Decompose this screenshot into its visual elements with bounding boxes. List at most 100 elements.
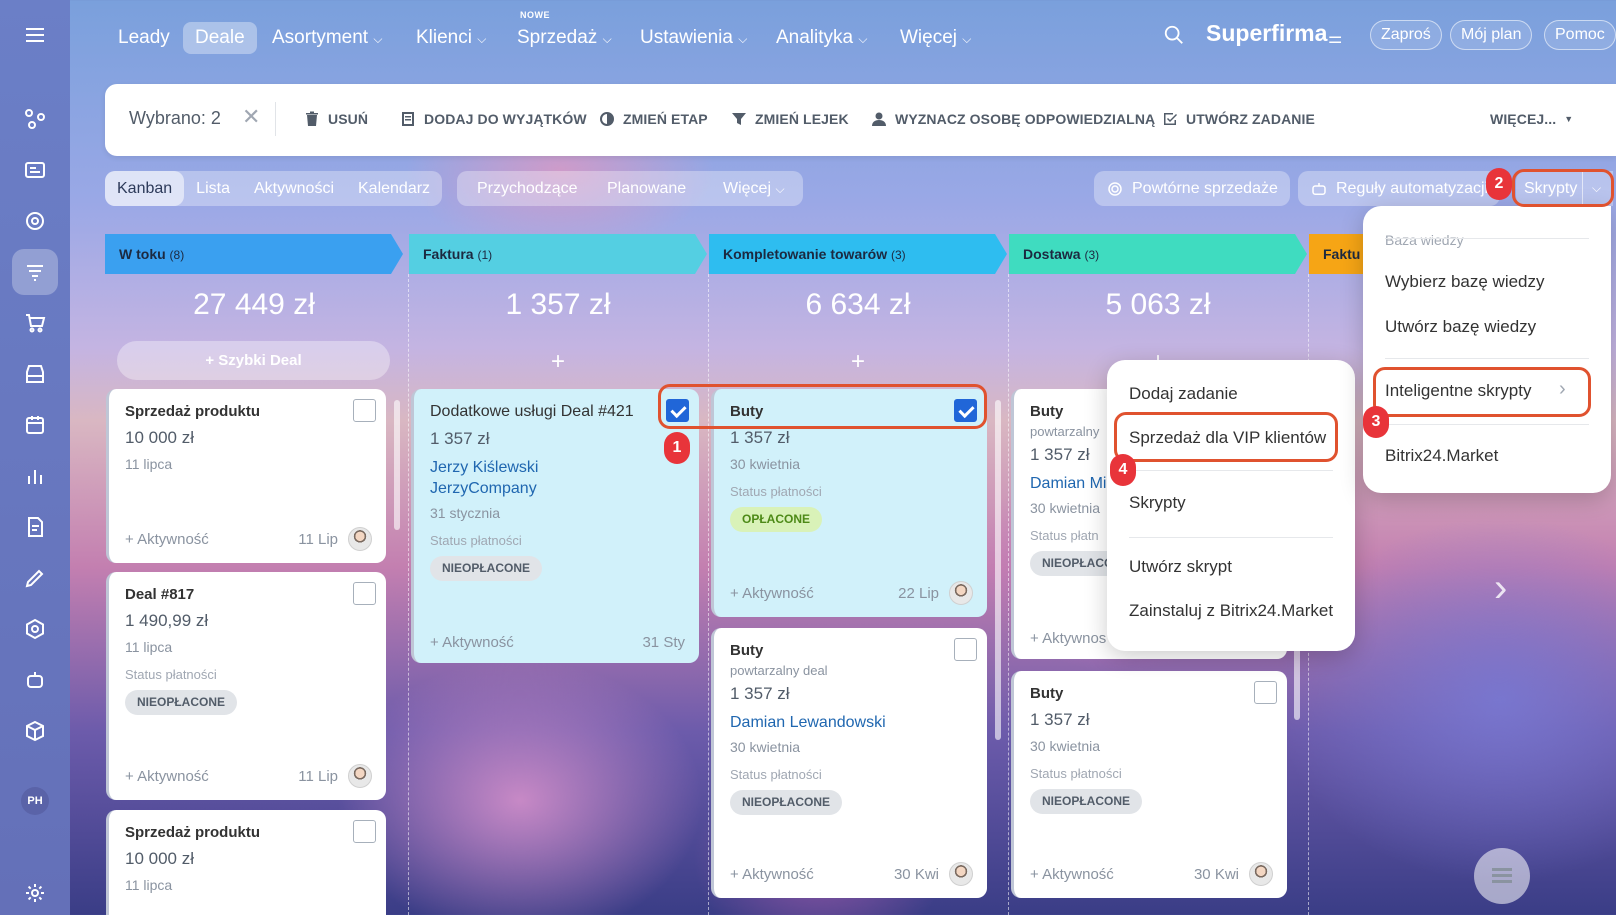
delete-button[interactable]: USUŃ — [304, 111, 368, 127]
deal-card[interactable]: Dodatkowe usługi Deal #421 1 357 zł Jerz… — [411, 389, 699, 663]
calendar-icon[interactable] — [12, 402, 58, 448]
add-activity-link[interactable]: + Aktywność — [730, 585, 814, 602]
view-calendar[interactable]: Kalendarz — [346, 171, 442, 206]
robot-icon[interactable] — [12, 657, 58, 703]
settings-hex-icon[interactable] — [12, 606, 58, 652]
avatar[interactable] — [348, 527, 372, 551]
search-icon[interactable] — [1163, 24, 1185, 51]
avatar[interactable] — [949, 862, 973, 886]
add-exceptions-button[interactable]: DODAJ DO WYJĄTKÓW — [400, 111, 587, 127]
nav-ustawienia[interactable]: Ustawienia ⌵ — [640, 22, 747, 54]
nav-analityka[interactable]: Analityka ⌵ — [776, 22, 868, 54]
nav-wiecej[interactable]: Więcej ⌵ — [900, 22, 971, 54]
repeat-sales-button[interactable]: Powtórne sprzedaże — [1094, 171, 1290, 206]
menu-item-create-script[interactable]: Utwórz skrypt — [1129, 557, 1232, 577]
column-header-invoice[interactable]: Faktura (1) — [409, 234, 707, 274]
add-deal-button[interactable]: + — [409, 348, 707, 376]
menu-item-bitrix-market[interactable]: Bitrix24.Market — [1385, 446, 1498, 466]
nav-deale[interactable]: Deale — [183, 22, 257, 54]
menu-icon[interactable] — [12, 12, 58, 58]
filter-incoming[interactable]: Przychodzące — [477, 171, 578, 206]
filter-more[interactable]: Więcej ⌵ — [723, 171, 785, 206]
deal-title[interactable]: Buty — [730, 403, 971, 420]
deal-title[interactable]: Sprzedaż produktu — [125, 403, 370, 420]
avatar[interactable] — [1249, 862, 1273, 886]
menu-item-install-market[interactable]: Zainstaluj z Bitrix24.Market — [1129, 601, 1333, 621]
assign-responsible-button[interactable]: WYZNACZ OSOBĘ ODPOWIEDZIALNĄ — [871, 111, 1155, 127]
user-avatar[interactable]: PH — [21, 787, 49, 815]
document-icon[interactable] — [12, 504, 58, 550]
avatar[interactable] — [348, 764, 372, 788]
company-link[interactable]: JerzyCompany — [430, 478, 683, 499]
add-activity-link[interactable]: + Aktywność — [1030, 866, 1114, 883]
change-funnel-button[interactable]: ZMIEŃ LEJEK — [731, 111, 849, 127]
deal-card[interactable]: Buty 1 357 zł 30 kwietnia Status płatnoś… — [1011, 671, 1287, 898]
contact-link[interactable]: Damian Lewandowski — [730, 712, 971, 733]
deal-title[interactable]: Sprzedaż produktu — [125, 824, 370, 841]
add-activity-link[interactable]: + Aktywnos — [1030, 630, 1106, 647]
deal-card[interactable]: Buty 1 357 zł 30 kwietnia Status płatnoś… — [711, 389, 987, 617]
select-checkbox[interactable] — [954, 399, 977, 422]
gear-icon[interactable] — [12, 870, 58, 915]
company-name[interactable]: Superfirma — [1206, 20, 1327, 47]
menu-item-vip-sales[interactable]: Sprzedaż dla VIP klientów — [1129, 428, 1326, 448]
funnel-icon[interactable] — [12, 249, 58, 295]
select-checkbox[interactable] — [353, 582, 376, 605]
crm-icon[interactable] — [12, 147, 58, 193]
scroll-right-icon[interactable]: › — [1494, 566, 1507, 611]
add-deal-button[interactable]: + — [709, 348, 1007, 376]
add-activity-link[interactable]: + Aktywność — [125, 768, 209, 785]
nav-asortyment[interactable]: Asortyment ⌵ — [272, 22, 382, 54]
menu-item-smart-scripts[interactable]: Inteligentne skrypty — [1385, 381, 1531, 401]
select-checkbox[interactable] — [353, 399, 376, 422]
change-stage-button[interactable]: ZMIEŃ ETAP — [599, 111, 708, 127]
menu-item-choose-kb[interactable]: Wybierz bazę wiedzy — [1385, 272, 1545, 292]
add-activity-link[interactable]: + Aktywność — [125, 531, 209, 548]
nav-sprzedaz[interactable]: Sprzedaż ⌵ — [517, 22, 612, 54]
select-checkbox[interactable] — [353, 820, 376, 843]
column-header-in-progress[interactable]: W toku (8) — [105, 234, 403, 274]
invite-button[interactable]: Zaproś — [1370, 20, 1442, 50]
select-checkbox[interactable] — [666, 399, 689, 422]
my-plan-button[interactable]: Mój plan — [1450, 20, 1533, 50]
pipeline-icon[interactable] — [12, 96, 58, 142]
add-activity-link[interactable]: + Aktywność — [430, 634, 514, 651]
deal-card[interactable]: Sprzedaż produktu 10 000 zł 11 lipca — [106, 810, 386, 915]
deal-title[interactable]: Dodatkowe usługi Deal #421 — [430, 403, 683, 421]
help-button[interactable]: Pomoc — [1544, 20, 1616, 50]
deal-card[interactable]: Buty powtarzalny deal 1 357 zł Damian Le… — [711, 628, 987, 898]
nav-klienci[interactable]: Klienci ⌵ — [416, 22, 486, 54]
column-header-picking[interactable]: Kompletowanie towarów (3) — [709, 234, 1007, 274]
target-icon[interactable] — [12, 198, 58, 244]
sign-icon[interactable] — [12, 555, 58, 601]
cart-icon[interactable] — [12, 300, 58, 346]
analytics-icon[interactable] — [12, 453, 58, 499]
deal-title[interactable]: Buty — [730, 642, 971, 659]
menu-item-create-kb[interactable]: Utwórz bazę wiedzy — [1385, 317, 1536, 337]
select-checkbox[interactable] — [954, 638, 977, 661]
column-scrollbar[interactable] — [1294, 640, 1300, 720]
column-scrollbar[interactable] — [394, 400, 400, 530]
view-list[interactable]: Lista — [184, 171, 242, 206]
deal-title[interactable]: Deal #817 — [125, 586, 370, 603]
automation-rules-button[interactable]: Reguły automatyzacji — [1298, 171, 1501, 206]
filter-settings-icon[interactable]: ⚌ — [1328, 28, 1342, 48]
select-checkbox[interactable] — [1254, 681, 1277, 704]
column-scrollbar[interactable] — [995, 400, 1001, 740]
box-icon[interactable] — [12, 708, 58, 754]
deal-card[interactable]: Sprzedaż produktu 10 000 zł 11 lipca + A… — [106, 389, 386, 563]
menu-item-add-task[interactable]: Dodaj zadanie — [1129, 384, 1238, 404]
deal-title[interactable]: Buty — [1030, 685, 1271, 702]
clear-selection-icon[interactable]: ✕ — [242, 104, 260, 130]
store-icon[interactable] — [12, 351, 58, 397]
quick-menu-button[interactable] — [1474, 848, 1530, 904]
view-kanban[interactable]: Kanban — [105, 171, 185, 206]
view-activities[interactable]: Aktywności — [242, 171, 346, 206]
chevron-down-icon[interactable]: ⌵ — [1592, 171, 1601, 206]
nav-leady[interactable]: Leady — [118, 22, 170, 54]
scripts-button[interactable]: Skrypty ⌵ — [1516, 171, 1613, 206]
contact-link[interactable]: Jerzy Kiślewski — [430, 457, 683, 478]
avatar[interactable] — [949, 581, 973, 605]
column-header-delivery[interactable]: Dostawa (3) — [1009, 234, 1307, 274]
filter-planned[interactable]: Planowane — [607, 171, 686, 206]
